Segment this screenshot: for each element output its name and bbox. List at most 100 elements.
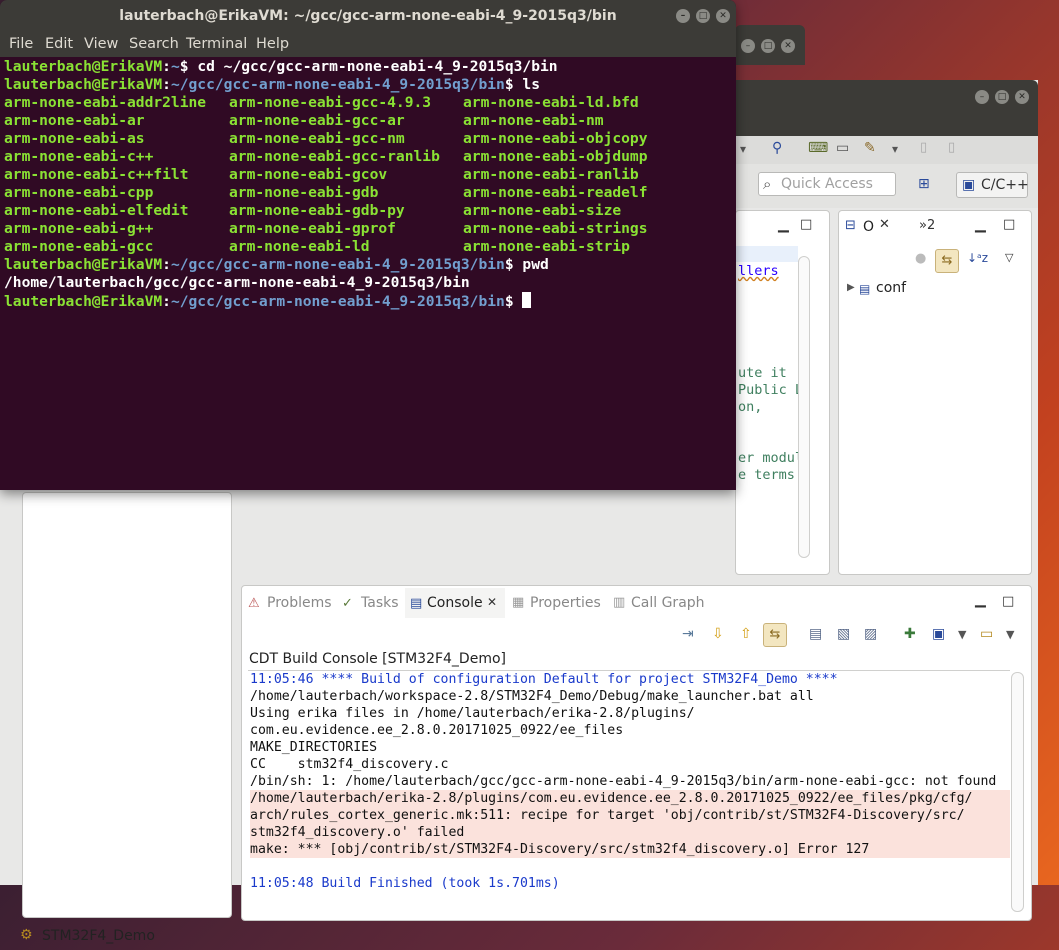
tab-properties[interactable]: Properties xyxy=(530,595,601,611)
debug-icon[interactable]: ⚲ xyxy=(772,140,782,156)
dropdown-arrow-icon[interactable]: ▼ xyxy=(1006,628,1014,641)
ls-entry: arm-none-eabi-objcopy xyxy=(463,130,648,147)
tab-outline[interactable]: O xyxy=(863,219,874,235)
quick-access-input[interactable]: ⌕ Quick Access xyxy=(758,172,896,196)
maximize-view-icon[interactable]: □ xyxy=(1002,594,1014,609)
open-perspective-icon[interactable]: ⊞ xyxy=(918,176,930,192)
copy-build-log-icon[interactable]: ⇥ xyxy=(682,626,694,642)
maximize-view-icon[interactable]: □ xyxy=(1003,217,1015,232)
ls-entry: arm-none-eabi-c++filt xyxy=(4,166,189,183)
ls-entry: arm-none-eabi-gdb xyxy=(229,184,379,201)
close-icon[interactable]: ✕ xyxy=(716,9,730,23)
perspective-label: C/C++ xyxy=(981,177,1029,193)
close-icon[interactable]: ✕ xyxy=(1015,90,1029,104)
tree-item-conf[interactable]: conf xyxy=(876,280,906,296)
project-explorer-panel xyxy=(22,492,232,918)
word-wrap-icon[interactable]: ▧ xyxy=(837,626,850,642)
task-icon[interactable]: ▭ xyxy=(836,140,849,156)
status-project-name: STM32F4_Demo xyxy=(42,928,155,944)
minimize-view-icon[interactable]: ▁ xyxy=(975,592,986,608)
ls-entry: arm-none-eabi-cpp xyxy=(4,184,154,201)
open-type-icon[interactable]: ⌨ xyxy=(808,140,828,156)
current-line-highlight xyxy=(736,246,798,262)
terminal-window: lauterbach@ErikaVM: ~/gcc/gcc-arm-none-e… xyxy=(0,0,736,490)
ls-entry: arm-none-eabi-size xyxy=(463,202,622,219)
tab-overflow[interactable]: »2 xyxy=(919,218,935,233)
ls-entry: arm-none-eabi-objdump xyxy=(463,148,648,165)
minimize-icon[interactable]: – xyxy=(676,9,690,23)
editor-scrollbar[interactable] xyxy=(798,256,810,558)
scroll-lock-icon[interactable]: ▤ xyxy=(809,626,822,642)
annotation-icon[interactable]: ✎ xyxy=(864,140,876,156)
pin-console-icon[interactable]: ✚ xyxy=(904,626,916,642)
menu-view[interactable]: View xyxy=(84,36,118,52)
tab-call-graph[interactable]: Call Graph xyxy=(631,595,705,611)
dropdown-arrow-icon[interactable]: ▾ xyxy=(740,142,746,156)
close-icon[interactable]: ✕ xyxy=(781,39,795,53)
link-with-editor-icon[interactable]: ⇆ xyxy=(935,249,959,273)
minimize-icon[interactable]: – xyxy=(975,90,989,104)
close-icon[interactable]: ✕ xyxy=(879,217,890,232)
terminal-line: /home/lauterbach/gcc/gcc-arm-none-eabi-4… xyxy=(4,274,470,291)
menu-file[interactable]: File xyxy=(9,36,33,52)
ls-entry: arm-none-eabi-ranlib xyxy=(463,166,639,183)
menu-terminal[interactable]: Terminal xyxy=(186,36,247,52)
maximize-view-icon[interactable]: □ xyxy=(800,217,812,232)
console-scrollbar[interactable] xyxy=(1011,672,1024,912)
tab-problems[interactable]: Problems xyxy=(267,595,332,611)
ls-entry: arm-none-eabi-ld xyxy=(229,238,370,255)
dropdown-arrow-icon[interactable]: ▼ xyxy=(958,628,966,641)
next-error-icon[interactable]: ⇩ xyxy=(712,626,724,642)
console-line: com.eu.evidence.ee_2.8.0.20171025_0922/e… xyxy=(250,723,624,738)
maximize-icon[interactable]: □ xyxy=(696,9,710,23)
forward-icon[interactable]: ▯ xyxy=(948,140,955,155)
sort-icon[interactable]: ↓ᵃz xyxy=(967,251,988,265)
ls-entry: arm-none-eabi-g++ xyxy=(4,220,154,237)
view-menu-icon[interactable]: ▽ xyxy=(1005,251,1013,264)
ls-entry: arm-none-eabi-c++ xyxy=(4,148,154,165)
ls-row: arm-none-eabi-g++ arm-none-eabi-gprof arm-… xyxy=(4,220,734,238)
clear-console-icon[interactable]: ▨ xyxy=(864,626,877,642)
minimize-view-icon[interactable]: ▁ xyxy=(778,217,789,233)
cpp-perspective-icon: ▣ xyxy=(962,177,976,193)
minimize-view-icon[interactable]: ▁ xyxy=(975,217,986,233)
dropdown-arrow-icon[interactable]: ▾ xyxy=(892,142,898,156)
menu-search[interactable]: Search xyxy=(129,36,179,52)
expand-arrow-icon[interactable]: ▶ xyxy=(847,282,855,293)
properties-icon: ▦ xyxy=(512,595,525,610)
maximize-icon[interactable]: □ xyxy=(761,39,775,53)
ls-entry: arm-none-eabi-elfedit xyxy=(4,202,189,219)
ls-entry: arm-none-eabi-gcov xyxy=(229,166,388,183)
menu-help[interactable]: Help xyxy=(256,36,289,52)
show-error-in-editor-icon[interactable]: ⇆ xyxy=(763,623,787,647)
display-console-icon[interactable]: ▣ xyxy=(932,626,945,642)
minimize-icon[interactable]: – xyxy=(741,39,755,53)
open-console-icon[interactable]: ▭ xyxy=(980,626,993,642)
console-title: CDT Build Console [STM32F4_Demo] xyxy=(249,651,506,667)
back-icon[interactable]: ▯ xyxy=(920,140,927,155)
ls-entry: arm-none-eabi-gdb-py xyxy=(229,202,405,219)
ls-row: arm-none-eabi-gcc arm-none-eabi-ld arm-non… xyxy=(4,238,734,256)
terminal-menubar: File Edit View Search Terminal Help xyxy=(0,33,736,57)
terminal-prompt-line: lauterbach@ErikaVM:~/gcc/gcc-arm-none-ea… xyxy=(4,292,734,310)
hide-fields-icon[interactable]: ● xyxy=(915,251,926,266)
tab-console[interactable]: Console xyxy=(427,595,483,611)
terminal-output[interactable]: lauterbach@ErikaVM:~$ cd ~/gcc/gcc-arm-n… xyxy=(4,58,734,310)
ls-entry: arm-none-eabi-readelf xyxy=(463,184,648,201)
window-title: lauterbach@ErikaVM: ~/gcc/gcc-arm-none-e… xyxy=(119,8,617,24)
ls-row: arm-none-eabi-cpp arm-none-eabi-gdb arm-no… xyxy=(4,184,734,202)
ls-row: arm-none-eabi-elfedit arm-none-eabi-gdb-p… xyxy=(4,202,734,220)
project-icon: ⚙ xyxy=(20,927,33,943)
perspective-cpp-button[interactable]: ▣ C/C++ xyxy=(956,172,1029,198)
menu-edit[interactable]: Edit xyxy=(45,36,73,52)
ls-entry: arm-none-eabi-gcc-ranlib xyxy=(229,148,440,165)
tab-tasks[interactable]: Tasks xyxy=(361,595,399,611)
terminal-titlebar: lauterbach@ErikaVM: ~/gcc/gcc-arm-none-e… xyxy=(0,0,736,33)
console-line: /home/lauterbach/workspace-2.8/STM32F4_D… xyxy=(250,689,814,704)
previous-error-icon[interactable]: ⇧ xyxy=(740,626,752,642)
maximize-icon[interactable]: □ xyxy=(995,90,1009,104)
console-line: 11:05:46 **** Build of configuration Def… xyxy=(250,672,838,687)
console-line: CC stm32f4_discovery.c xyxy=(250,757,449,772)
close-icon[interactable]: ✕ xyxy=(487,595,497,609)
